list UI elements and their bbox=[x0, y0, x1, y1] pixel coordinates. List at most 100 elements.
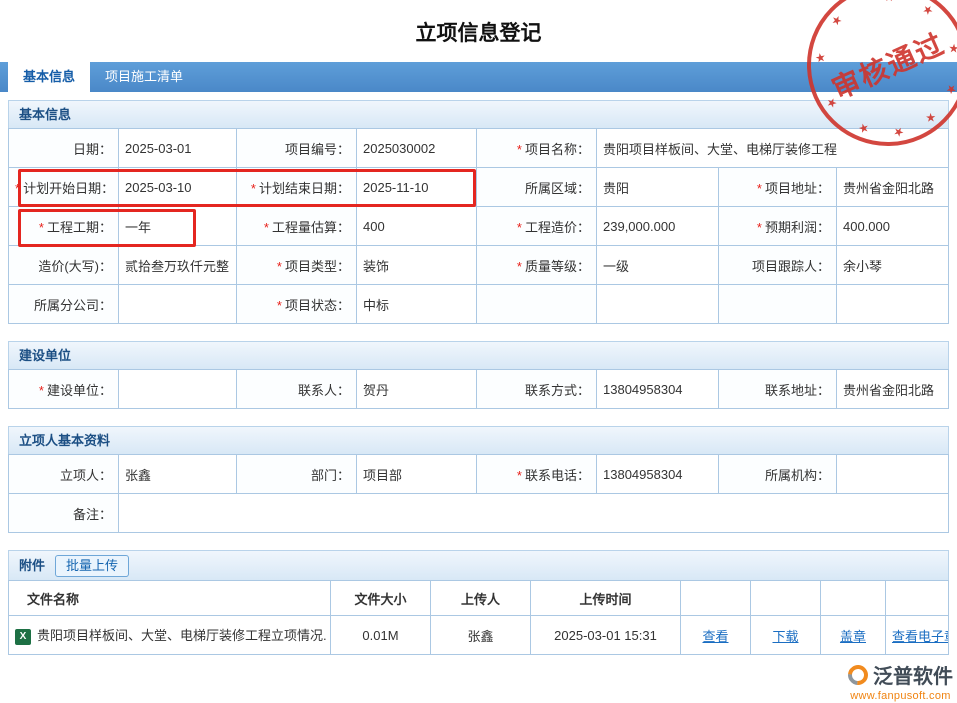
project-cost-value: 239,000.000 bbox=[597, 207, 719, 246]
project-name-label: *项目名称： bbox=[477, 129, 597, 168]
phone-label: *联系电话： bbox=[477, 455, 597, 494]
plan-start-date-value: 2025-03-10 bbox=[119, 168, 237, 207]
required-star: * bbox=[277, 298, 282, 313]
empty-cell bbox=[477, 285, 597, 324]
organization-label: 所属机构： bbox=[719, 455, 837, 494]
action-cell: 查看 bbox=[681, 616, 751, 655]
duration-label: *工程工期： bbox=[9, 207, 119, 246]
label-text: 质量等级： bbox=[525, 259, 590, 274]
label-text: 造价(大写)： bbox=[38, 259, 112, 274]
cost-in-words-value: 贰拾叁万玖仟元整 bbox=[119, 246, 237, 285]
project-address-value: 贵州省金阳北路 bbox=[837, 168, 949, 207]
department-value: 项目部 bbox=[357, 455, 477, 494]
tab-basic-info[interactable]: 基本信息 bbox=[8, 62, 90, 92]
remark-value bbox=[119, 494, 949, 533]
table-row: *建设单位： 联系人： 贺丹 联系方式： 13804958304 联系地址： 贵… bbox=[9, 370, 949, 409]
plan-end-date-label: *计划结束日期： bbox=[237, 168, 357, 207]
section-title-basic: 基本信息 bbox=[8, 100, 949, 128]
branch-company-value bbox=[119, 285, 237, 324]
table-row: 日期： 2025-03-01 项目编号： 2025030002 *项目名称： 贵… bbox=[9, 129, 949, 168]
phone-value: 13804958304 bbox=[597, 455, 719, 494]
section-title-initiator: 立项人基本资料 bbox=[8, 426, 949, 454]
region-value: 贵阳 bbox=[597, 168, 719, 207]
plan-start-date-label: *计划开始日期： bbox=[9, 168, 119, 207]
uploader-cell: 张鑫 bbox=[431, 616, 531, 655]
empty-cell bbox=[886, 581, 949, 616]
quality-grade-value: 一级 bbox=[597, 246, 719, 285]
label-text: 联系人： bbox=[298, 383, 350, 398]
initiator-label: 立项人： bbox=[9, 455, 119, 494]
project-name-value: 贵阳项目样板间、大堂、电梯厅装修工程 bbox=[597, 129, 949, 168]
construction-unit-value bbox=[119, 370, 237, 409]
contact-person-value: 贺丹 bbox=[357, 370, 477, 409]
remark-label: 备注： bbox=[9, 494, 119, 533]
uploader-header: 上传人 bbox=[431, 581, 531, 616]
label-text: 所属机构： bbox=[765, 468, 830, 483]
initiator-value: 张鑫 bbox=[119, 455, 237, 494]
download-link[interactable]: 下载 bbox=[772, 629, 798, 644]
project-cost-label: *工程造价： bbox=[477, 207, 597, 246]
contact-number-value: 13804958304 bbox=[597, 370, 719, 409]
file-name-text: 贵阳项目样板间、大堂、电梯厅装修工程立项情况. bbox=[37, 628, 327, 643]
contact-number-label: 联系方式： bbox=[477, 370, 597, 409]
quality-grade-label: *质量等级： bbox=[477, 246, 597, 285]
basic-info-table: 日期： 2025-03-01 项目编号： 2025030002 *项目名称： 贵… bbox=[8, 128, 949, 324]
label-text: 计划开始日期： bbox=[23, 181, 114, 196]
project-status-label: *项目状态： bbox=[237, 285, 357, 324]
section-title-attachments: 附件 批量上传 bbox=[8, 550, 949, 580]
empty-cell bbox=[821, 581, 886, 616]
project-tracker-value: 余小琴 bbox=[837, 246, 949, 285]
tab-construction-list[interactable]: 项目施工清单 bbox=[90, 62, 198, 92]
view-link[interactable]: 查看 bbox=[702, 629, 728, 644]
label-text: 预期利润： bbox=[765, 220, 830, 235]
empty-cell bbox=[751, 581, 821, 616]
duration-value: 一年 bbox=[119, 207, 237, 246]
empty-cell bbox=[681, 581, 751, 616]
batch-upload-button[interactable]: 批量上传 bbox=[55, 555, 129, 577]
contact-address-value: 贵州省金阳北路 bbox=[837, 370, 949, 409]
label-text: 工程工期： bbox=[47, 220, 112, 235]
brand-row: 泛普软件 bbox=[848, 660, 953, 689]
brand-url: www.fanpusoft.com bbox=[848, 690, 953, 702]
view-e-stamp-link[interactable]: 查看电子章 bbox=[892, 629, 949, 644]
label-text: 项目类型： bbox=[285, 259, 350, 274]
project-type-label: *项目类型： bbox=[237, 246, 357, 285]
required-star: * bbox=[277, 259, 282, 274]
required-star: * bbox=[39, 383, 44, 398]
builder-table: *建设单位： 联系人： 贺丹 联系方式： 13804958304 联系地址： 贵… bbox=[8, 369, 949, 409]
excel-file-icon bbox=[15, 629, 31, 645]
required-star: * bbox=[264, 220, 269, 235]
attachments-title: 附件 bbox=[19, 552, 45, 579]
contact-address-label: 联系地址： bbox=[719, 370, 837, 409]
expected-profit-value: 400.000 bbox=[837, 207, 949, 246]
date-label: 日期： bbox=[9, 129, 119, 168]
project-type-value: 装饰 bbox=[357, 246, 477, 285]
required-star: * bbox=[517, 259, 522, 274]
action-cell: 查看电子章 bbox=[886, 616, 949, 655]
table-row: *计划开始日期： 2025-03-10 *计划结束日期： 2025-11-10 … bbox=[9, 168, 949, 207]
label-text: 联系方式： bbox=[525, 383, 590, 398]
basic-info-table-wrap: 日期： 2025-03-01 项目编号： 2025030002 *项目名称： 贵… bbox=[8, 128, 949, 324]
file-size-cell: 0.01M bbox=[331, 616, 431, 655]
cost-in-words-label: 造价(大写)： bbox=[9, 246, 119, 285]
expected-profit-label: *预期利润： bbox=[719, 207, 837, 246]
project-status-value: 中标 bbox=[357, 285, 477, 324]
table-row: 所属分公司： *项目状态： 中标 bbox=[9, 285, 949, 324]
page-title: 立项信息登记 bbox=[0, 0, 957, 62]
date-value: 2025-03-01 bbox=[119, 129, 237, 168]
required-star: * bbox=[251, 181, 256, 196]
project-no-value: 2025030002 bbox=[357, 129, 477, 168]
label-text: 部门： bbox=[311, 468, 350, 483]
empty-cell bbox=[719, 285, 837, 324]
table-row: 备注： bbox=[9, 494, 949, 533]
organization-value bbox=[837, 455, 949, 494]
table-row: 造价(大写)： 贰拾叁万玖仟元整 *项目类型： 装饰 *质量等级： 一级 项目跟… bbox=[9, 246, 949, 285]
stamp-link[interactable]: 盖章 bbox=[840, 629, 866, 644]
file-size-header: 文件大小 bbox=[331, 581, 431, 616]
label-text: 项目跟踪人： bbox=[752, 259, 830, 274]
label-text: 工程量估算： bbox=[272, 220, 350, 235]
action-cell: 盖章 bbox=[821, 616, 886, 655]
quantity-estimate-value: 400 bbox=[357, 207, 477, 246]
section-title-builder: 建设单位 bbox=[8, 341, 949, 369]
label-text: 建设单位： bbox=[47, 383, 112, 398]
